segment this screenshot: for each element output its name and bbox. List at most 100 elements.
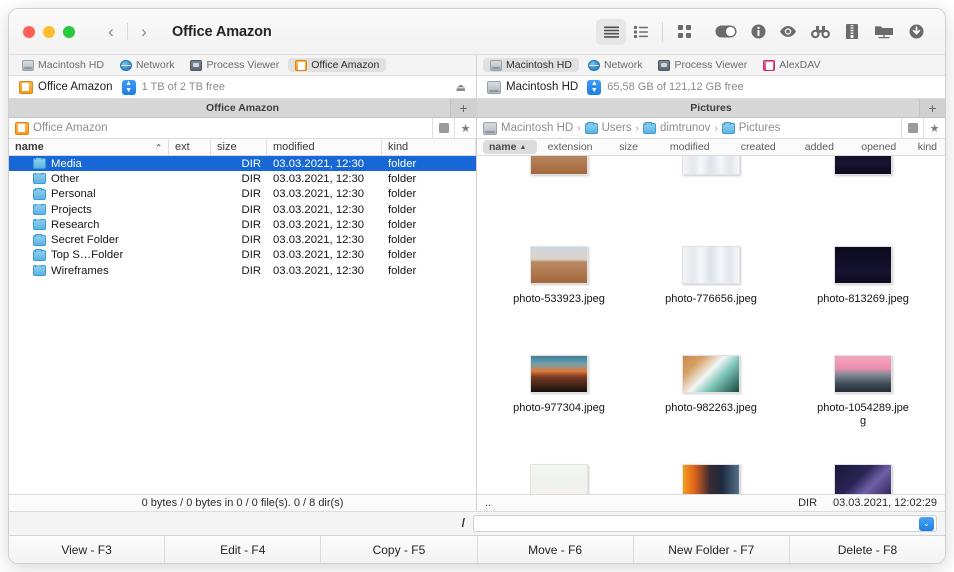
toolbar-divider-1 xyxy=(662,21,663,42)
table-row[interactable]: Personal DIR 03.03.2021, 12:30 folder xyxy=(9,187,476,202)
tab-network[interactable]: Network xyxy=(581,58,650,72)
grid-item[interactable]: photo-813269.jpeg xyxy=(787,240,939,349)
minimize-button[interactable] xyxy=(43,25,55,38)
tab-macintosh-hd[interactable]: Macintosh HD xyxy=(483,58,579,72)
table-row[interactable]: Wireframes DIR 03.03.2021, 12:30 folder xyxy=(9,263,476,278)
breadcrumb-item-dimtrunov[interactable]: dimtrunov xyxy=(642,121,711,134)
webdav-icon xyxy=(763,59,776,71)
grid-item[interactable]: photo-776656.jpeg xyxy=(635,240,787,349)
column-header-added[interactable]: added xyxy=(791,140,848,154)
column-header-extension[interactable]: extension xyxy=(537,140,604,154)
close-button[interactable] xyxy=(23,25,35,38)
grid-item-label: photo-977304.jpeg xyxy=(513,402,605,414)
tab-macintosh-hd[interactable]: Macintosh HD xyxy=(15,58,111,72)
table-row[interactable]: Media DIR 03.03.2021, 12:30 folder xyxy=(9,156,476,172)
grid-item[interactable] xyxy=(483,156,635,240)
eject-icon[interactable]: ⏏ xyxy=(456,81,470,94)
column-header-name[interactable]: name ⌃ xyxy=(9,139,169,155)
left-drive-selector[interactable]: Office Amazon xyxy=(15,80,116,95)
nav-divider xyxy=(127,23,128,40)
function-key-f5[interactable]: Copy - F5 xyxy=(321,536,478,563)
download-icon[interactable] xyxy=(901,19,931,45)
column-header-created[interactable]: created xyxy=(726,140,791,154)
function-key-f7[interactable]: New Folder - F7 xyxy=(633,536,790,563)
table-row[interactable]: Research DIR 03.03.2021, 12:30 folder xyxy=(9,217,476,232)
grid-item[interactable] xyxy=(635,156,787,240)
left-favorite-button[interactable]: ★ xyxy=(454,118,476,138)
table-row[interactable]: Top S…Folder DIR 03.03.2021, 12:30 folder xyxy=(9,248,476,263)
forward-icon[interactable]: › xyxy=(130,19,158,45)
grid-item[interactable]: photo-533923.jpeg xyxy=(483,240,635,349)
left-free-space: 1 TB of 2 TB free xyxy=(141,81,225,93)
table-row[interactable]: Other DIR 03.03.2021, 12:30 folder xyxy=(9,171,476,186)
column-header-kind[interactable]: kind xyxy=(382,139,476,155)
left-drive-stepper[interactable]: ▲ ▼ xyxy=(121,79,136,95)
network-folder-icon[interactable] xyxy=(867,19,901,45)
column-header-modified[interactable]: modified xyxy=(654,140,726,154)
column-header-size[interactable]: size xyxy=(211,139,267,155)
maximize-button[interactable] xyxy=(63,25,75,38)
back-icon[interactable]: ‹ xyxy=(97,19,125,45)
column-header-ext[interactable]: ext xyxy=(169,139,211,155)
grid-item[interactable]: photo-1146134.jpeg xyxy=(787,458,939,494)
table-row[interactable]: Projects DIR 03.03.2021, 12:30 folder xyxy=(9,202,476,217)
breadcrumb-item-users[interactable]: Users xyxy=(584,121,632,134)
column-header-size[interactable]: size xyxy=(604,140,654,154)
archive-icon[interactable] xyxy=(837,19,867,45)
left-add-tab-button[interactable]: + xyxy=(450,99,476,117)
function-key-f6[interactable]: Move - F6 xyxy=(477,536,634,563)
right-drive-stepper[interactable]: ▲ ▼ xyxy=(587,79,602,95)
breadcrumb-item[interactable]: Office Amazon xyxy=(15,121,108,135)
grid-item-label: photo-533923.jpeg xyxy=(513,293,605,305)
command-history-dropdown[interactable]: ⌄ xyxy=(919,516,934,531)
traffic-lights xyxy=(23,25,75,38)
tab-network[interactable]: Network xyxy=(113,58,182,72)
command-input[interactable]: ⌄ xyxy=(473,515,937,532)
right-add-tab-button[interactable]: + xyxy=(919,99,945,117)
toggle-icon[interactable] xyxy=(709,19,743,45)
column-header-opened[interactable]: opened xyxy=(848,140,910,154)
folder-icon xyxy=(584,121,598,134)
grid-item[interactable]: photo-977304.jpeg xyxy=(483,349,635,458)
tab-office-amazon[interactable]: Office Amazon xyxy=(288,58,387,72)
tab-process-viewer[interactable]: Process Viewer xyxy=(183,58,286,72)
eye-icon[interactable] xyxy=(773,19,803,45)
grid-item[interactable]: photo-982263.jpeg xyxy=(635,349,787,458)
row-cell-kind: folder xyxy=(388,234,417,247)
table-row[interactable]: Secret Folder DIR 03.03.2021, 12:30 folder xyxy=(9,232,476,247)
column-header-modified[interactable]: modified xyxy=(267,139,382,155)
row-cell-size: DIR xyxy=(241,188,261,201)
thumbnail-image xyxy=(834,464,892,494)
right-favorite-button[interactable]: ★ xyxy=(923,118,945,138)
grid-view-icon[interactable] xyxy=(669,19,699,45)
right-file-grid[interactable]: photo-533923.jpeg photo-776656.jpeg photo-… xyxy=(477,156,945,494)
column-label: added xyxy=(804,141,834,153)
breadcrumb-item-macintosh-hd[interactable]: Macintosh HD xyxy=(483,121,573,135)
list-view-icon[interactable] xyxy=(596,18,626,45)
tab-alexdav[interactable]: AlexDAV xyxy=(756,58,827,72)
breadcrumb-label: dimtrunov xyxy=(659,122,711,134)
function-key-f8[interactable]: Delete - F8 xyxy=(789,536,945,563)
grid-item[interactable] xyxy=(787,156,939,240)
network-globe-icon xyxy=(587,59,600,71)
tab-process-viewer[interactable]: Process Viewer xyxy=(651,58,754,72)
pictures-folder-icon xyxy=(721,121,735,134)
left-pane: Macintosh HD Network Process Viewer Offi… xyxy=(9,55,477,511)
right-panel-toggle-button[interactable] xyxy=(901,118,923,138)
function-key-f4[interactable]: Edit - F4 xyxy=(165,536,322,563)
grid-item[interactable]: photo-1097930.jpeg xyxy=(483,458,635,494)
breadcrumb-item-pictures[interactable]: Pictures xyxy=(721,121,780,134)
right-drive-selector[interactable]: Macintosh HD xyxy=(483,80,581,95)
function-key-f3[interactable]: View - F3 xyxy=(9,536,166,563)
grid-item[interactable]: photo-1054289.jpeg xyxy=(787,349,939,458)
left-file-list[interactable]: Media DIR 03.03.2021, 12:30 folder Other DIR 0… xyxy=(9,156,476,494)
info-icon[interactable] xyxy=(743,19,773,45)
square-icon xyxy=(438,123,449,133)
column-header-name[interactable]: name ▲ xyxy=(483,140,537,154)
left-panel-toggle-button[interactable] xyxy=(432,118,454,138)
detail-view-icon[interactable] xyxy=(626,19,656,45)
grid-item[interactable]: photo-1118873.jpeg xyxy=(635,458,787,494)
hard-drive-icon xyxy=(483,121,497,135)
column-header-kind[interactable]: kind xyxy=(910,140,945,154)
binoculars-icon[interactable] xyxy=(803,19,837,45)
